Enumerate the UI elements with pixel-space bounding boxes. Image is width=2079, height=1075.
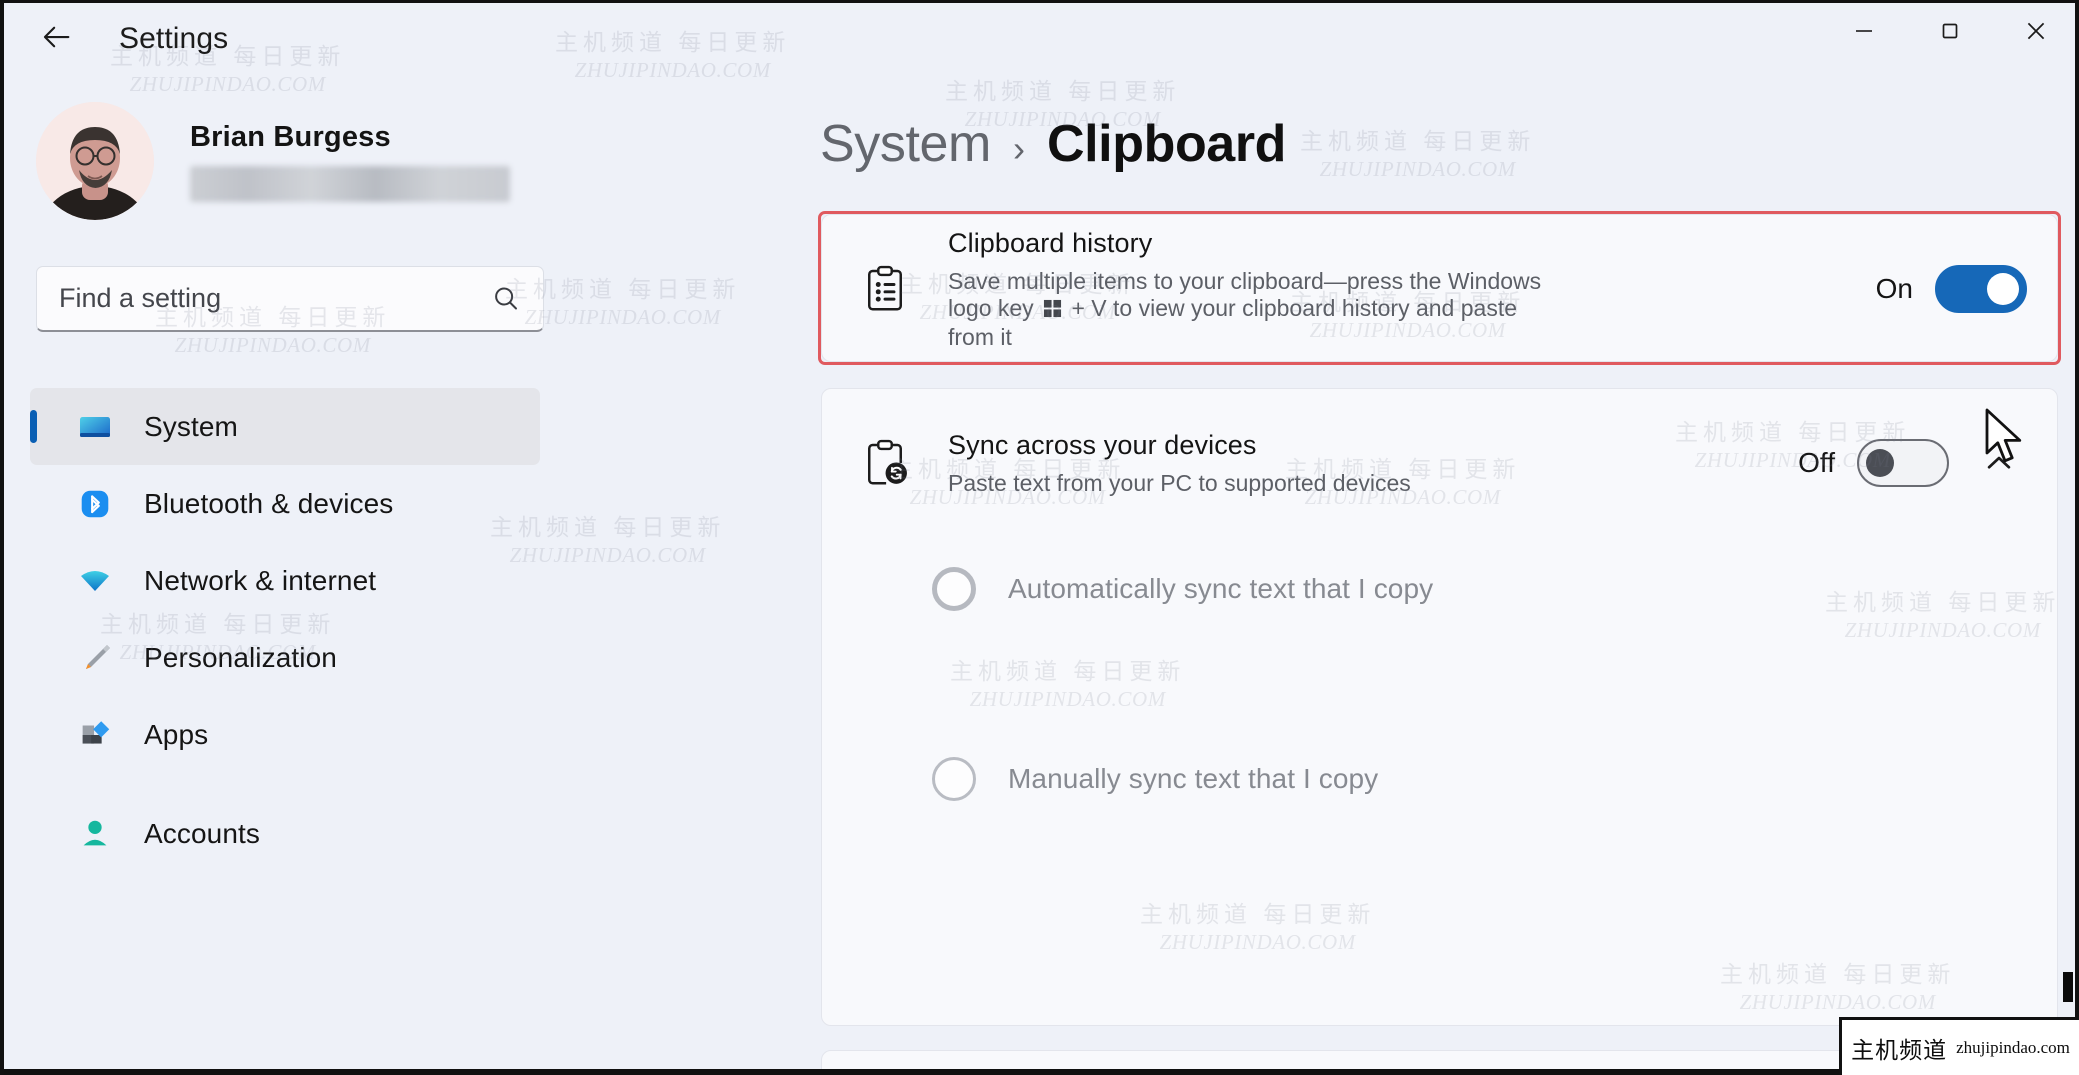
arrow-left-icon bbox=[40, 20, 74, 54]
sidebar-item-label: Bluetooth & devices bbox=[144, 488, 393, 520]
back-button[interactable] bbox=[34, 14, 80, 60]
breadcrumb-separator-icon: › bbox=[1013, 128, 1025, 170]
clipboard-history-desc-part2: + V to view your clipboard history and p… bbox=[948, 295, 1517, 350]
profile-text: Brian Burgess bbox=[190, 121, 510, 202]
sidebar-item-system[interactable]: System bbox=[30, 388, 540, 465]
clipboard-history-card: Clipboard history Save multiple items to… bbox=[821, 214, 2058, 362]
monitor-icon bbox=[74, 406, 116, 448]
clipboard-history-title: Clipboard history bbox=[948, 228, 1876, 259]
close-button[interactable] bbox=[1993, 0, 2079, 62]
nav-spacer bbox=[0, 773, 600, 795]
title-bar: Settings bbox=[0, 0, 2079, 72]
profile-block[interactable]: Brian Burgess bbox=[36, 102, 510, 220]
wifi-icon bbox=[74, 560, 116, 602]
minimize-button[interactable] bbox=[1821, 0, 1907, 62]
bluetooth-icon bbox=[74, 483, 116, 525]
page-title: Clipboard bbox=[1047, 114, 1286, 174]
sync-option-label: Automatically sync text that I copy bbox=[1008, 573, 1433, 605]
sidebar-nav: System Bluetooth & devices bbox=[0, 388, 600, 872]
radio-button[interactable] bbox=[932, 757, 976, 801]
maximize-icon bbox=[1938, 19, 1962, 43]
clipboard-history-toggle-label: On bbox=[1876, 273, 1913, 305]
clipboard-history-description: Save multiple items to your clipboard—pr… bbox=[948, 268, 1568, 351]
window-controls bbox=[1821, 0, 2079, 62]
chevron-up-icon bbox=[1982, 446, 2016, 480]
content-pane: System › Clipboard bbox=[800, 72, 2079, 1075]
sidebar-item-label: Personalization bbox=[144, 642, 337, 674]
profile-email-redacted bbox=[190, 166, 510, 202]
sync-toggle-label: Off bbox=[1798, 447, 1835, 479]
sidebar-item-label: Accounts bbox=[144, 818, 260, 850]
sync-across-devices-controls: Off bbox=[1798, 435, 2027, 491]
sync-option-manual[interactable]: Manually sync text that I copy bbox=[822, 731, 2057, 827]
window-top-edge bbox=[0, 0, 2079, 3]
window-left-edge bbox=[0, 0, 4, 1075]
sync-options-group: Automatically sync text that I copy Manu… bbox=[822, 541, 2057, 827]
maximize-button[interactable] bbox=[1907, 0, 1993, 62]
minimize-icon bbox=[1852, 19, 1876, 43]
app-title: Settings bbox=[119, 22, 228, 56]
sync-across-devices-text: Sync across your devices Paste text from… bbox=[948, 430, 1798, 497]
sync-across-devices-toggle[interactable] bbox=[1857, 439, 1949, 487]
radio-button[interactable] bbox=[932, 567, 976, 611]
sidebar-item-personalization[interactable]: Personalization bbox=[30, 619, 540, 696]
sidebar: Brian Burgess bbox=[0, 72, 800, 1075]
sync-across-devices-card: Sync across your devices Paste text from… bbox=[821, 388, 2058, 1026]
sidebar-item-accounts[interactable]: Accounts bbox=[30, 795, 540, 872]
clipboard-history-text: Clipboard history Save multiple items to… bbox=[948, 228, 1876, 351]
sidebar-item-apps[interactable]: Apps bbox=[30, 696, 540, 773]
breadcrumb: System › Clipboard bbox=[820, 114, 1286, 174]
window-bottom-edge bbox=[0, 1069, 2079, 1075]
window-right-edge bbox=[2075, 0, 2079, 1075]
avatar bbox=[36, 102, 154, 220]
search-icon bbox=[491, 284, 521, 314]
sync-across-devices-row: Sync across your devices Paste text from… bbox=[822, 389, 2057, 537]
sync-option-automatic[interactable]: Automatically sync text that I copy bbox=[822, 541, 2057, 637]
clipboard-sync-icon bbox=[854, 432, 916, 494]
sidebar-item-label: Apps bbox=[144, 719, 208, 751]
sync-expand-button[interactable] bbox=[1971, 435, 2027, 491]
clipboard-history-toggle[interactable] bbox=[1935, 265, 2027, 313]
person-icon bbox=[74, 813, 116, 855]
user-avatar bbox=[36, 102, 154, 220]
site-watermark-badge: 主机频道 zhujipindao.com bbox=[1839, 1017, 2079, 1075]
scrollbar-thumb[interactable] bbox=[2063, 972, 2073, 1002]
sync-across-devices-title: Sync across your devices bbox=[948, 430, 1798, 461]
toggle-knob bbox=[1866, 449, 1894, 477]
close-icon bbox=[2023, 18, 2049, 44]
search-box[interactable] bbox=[36, 266, 544, 332]
clipboard-list-icon bbox=[854, 258, 916, 320]
search-input[interactable] bbox=[59, 283, 491, 314]
breadcrumb-parent[interactable]: System bbox=[820, 114, 991, 174]
brush-icon bbox=[74, 637, 116, 679]
settings-window: Settings bbox=[0, 0, 2079, 1075]
sidebar-item-label: System bbox=[144, 411, 238, 443]
site-watermark-en: zhujipindao.com bbox=[1956, 1038, 2070, 1058]
windows-logo-key-icon bbox=[1043, 297, 1062, 324]
toggle-knob bbox=[1987, 273, 2019, 305]
clipboard-history-row: Clipboard history Save multiple items to… bbox=[822, 215, 2057, 363]
clipboard-history-controls: On bbox=[1876, 265, 2027, 313]
sidebar-item-label: Network & internet bbox=[144, 565, 376, 597]
sidebar-item-network-internet[interactable]: Network & internet bbox=[30, 542, 540, 619]
sidebar-item-bluetooth-devices[interactable]: Bluetooth & devices bbox=[30, 465, 540, 542]
sync-across-devices-description: Paste text from your PC to supported dev… bbox=[948, 470, 1568, 497]
site-watermark-cn: 主机频道 bbox=[1851, 1031, 1947, 1065]
profile-name: Brian Burgess bbox=[190, 121, 510, 154]
apps-icon bbox=[74, 714, 116, 756]
sync-option-label: Manually sync text that I copy bbox=[1008, 763, 1378, 795]
